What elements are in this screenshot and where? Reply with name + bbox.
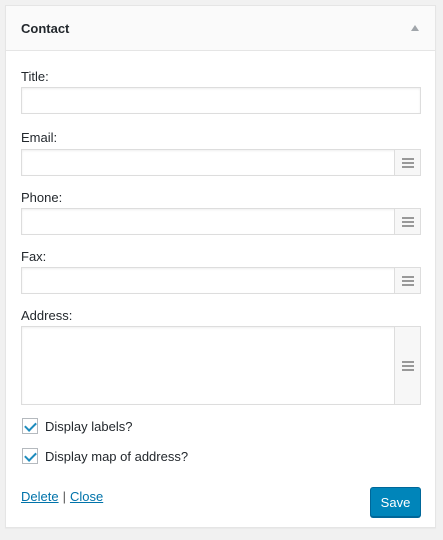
checkmark-icon (24, 419, 37, 432)
checkmark-icon (24, 449, 37, 462)
address-textarea[interactable] (22, 327, 420, 404)
title-label: Title: (21, 69, 49, 84)
widget-control-actions: Delete | Close (21, 489, 103, 504)
title-input[interactable] (22, 88, 420, 113)
display-labels-row[interactable]: Display labels? (22, 418, 132, 434)
lines-icon[interactable] (394, 209, 420, 234)
fax-input[interactable] (22, 268, 420, 293)
display-map-label[interactable]: Display map of address? (45, 449, 188, 464)
widget-header[interactable]: Contact (6, 6, 435, 51)
lines-icon[interactable] (394, 150, 420, 175)
email-label: Email: (21, 130, 58, 145)
phone-input[interactable] (22, 209, 420, 234)
display-map-checkbox[interactable] (22, 448, 38, 464)
triangle-up-icon[interactable] (411, 25, 419, 31)
email-input[interactable] (22, 150, 420, 175)
save-button[interactable]: Save (370, 487, 421, 517)
phone-field[interactable] (21, 208, 421, 235)
display-labels-label[interactable]: Display labels? (45, 419, 132, 434)
lines-icon[interactable] (394, 327, 420, 404)
widget-title: Contact (21, 21, 70, 36)
contact-widget: Contact Title: Email: Phone: Fax: Addres… (5, 5, 436, 528)
email-field[interactable] (21, 149, 421, 176)
delete-link[interactable]: Delete (21, 489, 59, 504)
link-separator: | (62, 489, 66, 504)
fax-field[interactable] (21, 267, 421, 294)
close-link[interactable]: Close (70, 489, 103, 504)
display-map-row[interactable]: Display map of address? (22, 448, 188, 464)
title-field[interactable] (21, 87, 421, 114)
address-label: Address: (21, 308, 73, 323)
fax-label: Fax: (21, 249, 47, 264)
lines-icon[interactable] (394, 268, 420, 293)
phone-label: Phone: (21, 190, 63, 205)
address-field[interactable] (21, 326, 421, 405)
display-labels-checkbox[interactable] (22, 418, 38, 434)
